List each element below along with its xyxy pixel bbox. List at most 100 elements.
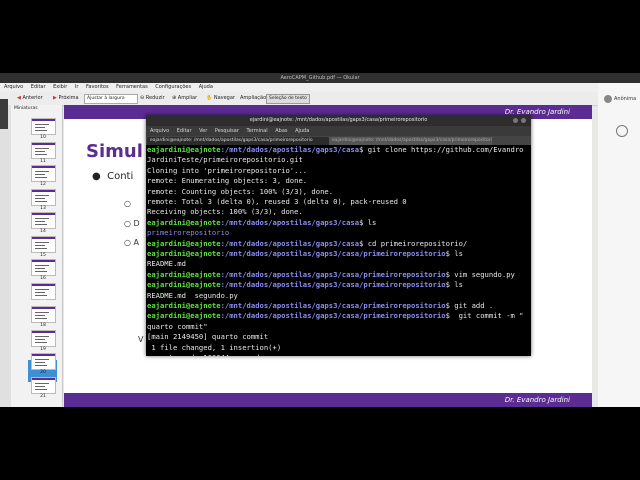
page-number: 10 <box>40 135 46 140</box>
command-text: $ git add . <box>445 301 494 310</box>
terminal-output[interactable]: eajardini@eajnote:/mnt/dados/apostilas/g… <box>146 145 531 356</box>
terminal-line: eajardini@eajnote:/mnt/dados/apostilas/g… <box>147 280 463 290</box>
terminal-line: eajardini@eajnote:/mnt/dados/apostilas/g… <box>147 239 467 249</box>
terminal-title: ejardini@eajnote: /mnt/dados/apostilas/g… <box>146 115 531 126</box>
page-thumbnail[interactable] <box>31 259 56 276</box>
terminal-line: [main 2149450] quarto commit <box>147 332 269 342</box>
terminal-line: README.md segundo.py <box>147 290 238 300</box>
page-thumbnail[interactable] <box>31 165 56 182</box>
terminal-line: remote: Counting objects: 100% (3/3), do… <box>147 186 334 196</box>
arrow-left-icon: ◀ <box>17 95 21 101</box>
next-button[interactable]: ▶ Próxima <box>53 92 79 105</box>
menu-favoritos[interactable]: Favoritos <box>86 84 109 90</box>
terminal-menu-bar: Arquivo Editar Ver Pesquisar Terminal Ab… <box>146 126 531 136</box>
prompt-path: :/mnt/dados/apostilas/gaps3/casa <box>220 238 360 248</box>
page-number: 19 <box>40 346 46 352</box>
menu-bar: Arquivo Editar Exibir Ir Favoritos Ferra… <box>0 83 600 92</box>
terminal-line: eajardini@eajnote:/mnt/dados/apostilas/g… <box>147 270 515 280</box>
zoom-out-button[interactable]: ⊖ Reduzir <box>140 92 165 105</box>
page-number: 17 <box>40 299 46 305</box>
window-title: AeroCAPM_Github.pdf — Okular <box>0 73 640 83</box>
browser-window-edge: Anônima <box>598 83 640 407</box>
directory-entry: primeirorepositorio <box>147 228 230 238</box>
terminal-tab-active[interactable]: eajardini@eajnote: /mnt/dados/apostilas/… <box>147 137 330 145</box>
prompt-path: :/mnt/dados/apostilas/gaps3/casa/primeir… <box>220 301 446 310</box>
zoom-select[interactable]: Ajustar à largura <box>84 94 138 104</box>
terminal-window: ejardini@eajnote: /mnt/dados/apostilas/g… <box>146 115 531 356</box>
prompt-user: eajardini@eajnote <box>147 249 221 258</box>
command-text: $ vim segundo.py <box>445 269 515 279</box>
term-menu-abas[interactable]: Abas <box>275 128 287 134</box>
terminal-line: README.md <box>147 259 186 269</box>
terminal-line: JardiniTeste/primeirorepositorio.git <box>147 155 303 165</box>
page-thumbnail[interactable] <box>31 188 56 206</box>
command-text: $ git clone https://github.com/Evandro <box>359 145 524 154</box>
incognito-icon <box>604 95 612 103</box>
page-thumbnail[interactable] <box>31 329 56 347</box>
command-text: $ ls <box>445 280 463 290</box>
menu-ferramentas[interactable]: Ferramentas <box>116 84 148 90</box>
menu-configuracoes[interactable]: Configurações <box>155 84 191 90</box>
background-window-edge <box>0 99 8 129</box>
page-thumbnail[interactable] <box>31 212 56 229</box>
page-thumbnail[interactable] <box>31 282 56 300</box>
menu-ajuda[interactable]: Ajuda <box>199 84 213 90</box>
sub-bullet: V <box>138 335 144 344</box>
menu-ir[interactable]: Ir <box>75 84 79 90</box>
zoom-in-icon: ⊕ <box>172 95 177 101</box>
browse-button[interactable]: ✋ Navegar <box>206 92 235 105</box>
hand-icon: ✋ <box>206 95 213 101</box>
prompt-user: eajardini@eajnote <box>147 238 221 248</box>
minimize-icon[interactable] <box>513 118 518 123</box>
page-number: 12 <box>40 182 46 187</box>
command-text: $ git commit -m " <box>445 311 524 321</box>
term-menu-ver[interactable]: Ver <box>199 128 207 134</box>
term-menu-arquivo[interactable]: Arquivo <box>150 128 169 134</box>
page-thumbnail[interactable] <box>31 118 56 135</box>
chevron-right-icon[interactable] <box>616 125 628 137</box>
page-number: 14 <box>40 229 46 234</box>
sub-bullet: ○ D <box>124 219 140 228</box>
prompt-user: eajardini@eajnote <box>147 269 221 279</box>
term-menu-ajuda[interactable]: Ajuda <box>295 128 309 134</box>
terminal-line: quarto commit" <box>147 321 208 331</box>
terminal-line: eajardini@eajnote:/mnt/dados/apostilas/g… <box>147 145 524 155</box>
menu-exibir[interactable]: Exibir <box>53 84 67 90</box>
magnify-button[interactable]: Ampliação <box>240 92 266 105</box>
terminal-tabs: eajardini@eajnote: /mnt/dados/apostilas/… <box>146 136 531 145</box>
page-number: 15 <box>40 252 46 258</box>
page-number: 13 <box>40 205 46 211</box>
terminal-line: Cloning into 'primeirorepositorio'... <box>147 165 308 175</box>
command-text: $ ls <box>445 249 463 258</box>
page-number: 20 <box>40 370 46 375</box>
term-menu-terminal[interactable]: Terminal <box>246 128 267 134</box>
page-thumbnail[interactable] <box>31 141 56 159</box>
prompt-user: eajardini@eajnote <box>147 301 221 310</box>
toolbar: ◀ Anterior ▶ Próxima Ajustar à largura ⊖… <box>0 92 600 106</box>
page-thumbnail[interactable] <box>31 306 56 323</box>
menu-arquivo[interactable]: Arquivo <box>4 84 23 90</box>
terminal-line: eajardini@eajnote:/mnt/dados/apostilas/g… <box>147 218 376 228</box>
prompt-user: eajardini@eajnote <box>147 145 221 154</box>
slide-footer-author: Dr. Evandro Jardini <box>504 396 570 404</box>
page-thumbnail[interactable] <box>31 353 56 370</box>
text-select-button[interactable]: Seleção de texto <box>266 94 310 104</box>
page-thumbnail[interactable] <box>31 376 56 394</box>
term-menu-editar[interactable]: Editar <box>177 128 192 134</box>
prompt-path: :/mnt/dados/apostilas/gaps3/casa/primeir… <box>220 311 446 321</box>
sidebar-tabs[interactable] <box>0 105 11 407</box>
page-thumbnail[interactable] <box>31 235 56 253</box>
sub-bullet: ○ A <box>124 238 140 247</box>
prompt-path: :/mnt/dados/apostilas/gaps3/casa/primeir… <box>220 269 446 279</box>
prev-button[interactable]: ◀ Anterior <box>17 92 43 105</box>
terminal-line: create mode 100644 segundo.py <box>147 353 277 356</box>
zoom-in-button[interactable]: ⊕ Ampliar <box>172 92 197 105</box>
close-icon[interactable] <box>521 118 526 123</box>
term-menu-pesquisar[interactable]: Pesquisar <box>215 128 239 134</box>
prompt-user: eajardini@eajnote <box>147 311 221 321</box>
prompt-path: :/mnt/dados/apostilas/gaps3/casa <box>220 217 360 227</box>
menu-editar[interactable]: Editar <box>31 84 46 90</box>
page-number: 11 <box>40 158 46 164</box>
profile-label[interactable]: Anônima <box>614 96 636 102</box>
terminal-tab[interactable]: eajardini@eajnote: /mnt/dados/apostilas/… <box>329 137 492 145</box>
